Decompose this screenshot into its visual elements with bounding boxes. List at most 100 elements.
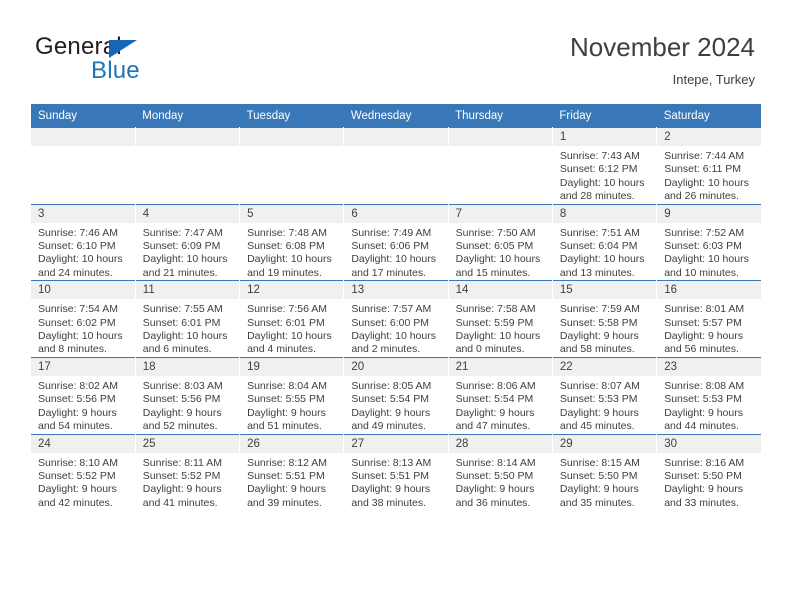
day-number: 11 (135, 281, 240, 300)
calendar-day-cell[interactable]: 13 Sunrise: 7:57 AM Sunset: 6:00 PM Dayligh… (343, 280, 449, 358)
calendar-day-cell[interactable]: 22 Sunrise: 8:07 AM Sunset: 5:53 PM Dayligh… (552, 356, 658, 434)
day-number: 1 (552, 128, 657, 146)
day-number: 16 (657, 281, 761, 300)
daylight-duration-line2: and 51 minutes. (247, 420, 322, 433)
day-sun-info: Sunrise: 8:08 AM Sunset: 5:53 PM Daylight:… (657, 376, 761, 434)
sunrise-time: Sunrise: 8:02 AM (38, 379, 118, 392)
daylight-duration-line1: Daylight: 9 hours (664, 330, 743, 343)
daylight-duration-line2: and 47 minutes. (455, 420, 531, 433)
calendar-day-cell[interactable]: 26 Sunrise: 8:12 AM Sunset: 5:51 PM Dayligh… (239, 433, 345, 511)
calendar-day-cell[interactable]: 8 Sunrise: 7:51 AM Sunset: 6:04 PM Daylight… (552, 203, 658, 281)
page-header: General Blue November 2024 Intepe, Turke… (0, 0, 792, 103)
sunrise-time: Sunrise: 7:47 AM (142, 226, 223, 239)
calendar-day-cell[interactable]: 17 Sunrise: 8:02 AM Sunset: 5:56 PM Dayligh… (31, 356, 136, 434)
daylight-duration-line2: and 28 minutes. (559, 190, 635, 203)
day-sun-info: Sunrise: 7:47 AM Sunset: 6:09 PM Daylight:… (136, 223, 239, 281)
calendar-day-cell-empty (31, 127, 136, 205)
daylight-duration-line1: Daylight: 10 hours (38, 253, 123, 266)
calendar-week-row: 17 Sunrise: 8:02 AM Sunset: 5:56 PM Dayligh… (31, 356, 761, 434)
day-number: 21 (448, 357, 552, 376)
day-sun-info: Sunrise: 7:54 AM Sunset: 6:02 PM Daylight:… (31, 299, 135, 357)
calendar-body: 1 Sunrise: 7:43 AM Sunset: 6:12 PM Daylight… (31, 127, 761, 511)
day-sun-info: Sunrise: 8:12 AM Sunset: 5:51 PM Daylight:… (240, 453, 343, 511)
sunrise-time: Sunrise: 8:01 AM (664, 303, 745, 316)
sunrise-time: Sunrise: 7:58 AM (455, 303, 536, 316)
calendar-day-cell[interactable]: 21 Sunrise: 8:06 AM Sunset: 5:54 PM Dayligh… (448, 356, 553, 434)
calendar-day-cell[interactable]: 1 Sunrise: 7:43 AM Sunset: 6:12 PM Daylight… (552, 127, 658, 205)
day-sun-info: Sunrise: 8:14 AM Sunset: 5:50 PM Daylight:… (449, 453, 552, 511)
sunrise-time: Sunrise: 7:44 AM (664, 150, 745, 162)
calendar-day-cell[interactable]: 25 Sunrise: 8:11 AM Sunset: 5:52 PM Dayligh… (135, 433, 241, 511)
calendar-day-cell[interactable]: 16 Sunrise: 8:01 AM Sunset: 5:57 PM Dayligh… (656, 280, 761, 358)
day-number: 3 (31, 204, 135, 223)
day-number: 5 (240, 204, 344, 223)
calendar-day-cell[interactable]: 5 Sunrise: 7:48 AM Sunset: 6:08 PM Daylight… (239, 203, 345, 281)
day-sun-info: Sunrise: 7:46 AM Sunset: 6:10 PM Daylight:… (31, 223, 135, 281)
sunset-time: Sunset: 6:12 PM (559, 163, 638, 176)
daylight-duration-line1: Daylight: 9 hours (351, 483, 431, 496)
daylight-duration-line2: and 15 minutes. (455, 266, 531, 279)
day-sun-info: Sunrise: 7:59 AM Sunset: 5:58 PM Daylight:… (553, 299, 656, 357)
daylight-duration-line2: and 52 minutes. (142, 420, 218, 433)
general-blue-logo[interactable]: General Blue (35, 33, 245, 89)
day-number (135, 128, 240, 146)
daylight-duration-line2: and 56 minutes. (664, 343, 739, 356)
sunrise-time: Sunrise: 8:13 AM (351, 456, 432, 469)
sunrise-time: Sunrise: 7:54 AM (38, 303, 118, 316)
daylight-duration-line1: Daylight: 9 hours (351, 406, 431, 419)
sunset-time: Sunset: 6:01 PM (247, 316, 325, 329)
day-sun-info: Sunrise: 7:50 AM Sunset: 6:05 PM Daylight:… (449, 223, 552, 281)
day-number: 30 (657, 434, 761, 453)
sunrise-time: Sunrise: 8:11 AM (142, 456, 222, 469)
sunrise-time: Sunrise: 8:08 AM (664, 379, 745, 392)
calendar-day-cell[interactable]: 14 Sunrise: 7:58 AM Sunset: 5:59 PM Dayligh… (448, 280, 553, 358)
page-title: November 2024 (570, 32, 755, 62)
sunset-time: Sunset: 5:59 PM (455, 316, 534, 329)
daylight-duration-line2: and 10 minutes. (664, 266, 739, 279)
daylight-duration-line1: Daylight: 9 hours (38, 483, 117, 496)
day-number: 23 (657, 357, 761, 376)
calendar-day-cell[interactable]: 19 Sunrise: 8:04 AM Sunset: 5:55 PM Dayligh… (239, 356, 345, 434)
daylight-duration-line2: and 17 minutes. (351, 266, 427, 279)
logo-triangle-icon (109, 40, 137, 58)
sunset-time: Sunset: 6:06 PM (351, 240, 429, 253)
calendar-day-cell[interactable]: 29 Sunrise: 8:15 AM Sunset: 5:50 PM Dayligh… (552, 433, 658, 511)
sunrise-time: Sunrise: 8:12 AM (247, 456, 328, 469)
daylight-duration-line2: and 38 minutes. (351, 496, 427, 509)
calendar-day-cell[interactable]: 12 Sunrise: 7:56 AM Sunset: 6:01 PM Dayligh… (239, 280, 345, 358)
calendar-day-cell[interactable]: 10 Sunrise: 7:54 AM Sunset: 6:02 PM Dayligh… (31, 280, 136, 358)
sunset-time: Sunset: 6:04 PM (559, 240, 638, 253)
sunset-time: Sunset: 5:54 PM (455, 393, 534, 406)
calendar-day-cell[interactable]: 2 Sunrise: 7:44 AM Sunset: 6:11 PM Daylight… (656, 127, 761, 205)
daylight-duration-line1: Daylight: 10 hours (351, 330, 436, 343)
day-number: 7 (448, 204, 552, 223)
calendar-day-cell[interactable]: 9 Sunrise: 7:52 AM Sunset: 6:03 PM Daylight… (656, 203, 761, 281)
day-number (448, 128, 552, 146)
calendar-day-cell[interactable]: 4 Sunrise: 7:47 AM Sunset: 6:09 PM Daylight… (135, 203, 241, 281)
calendar-day-cell[interactable]: 20 Sunrise: 8:05 AM Sunset: 5:54 PM Dayligh… (343, 356, 449, 434)
day-number: 24 (31, 434, 135, 453)
calendar-day-cell[interactable]: 15 Sunrise: 7:59 AM Sunset: 5:58 PM Dayligh… (552, 280, 658, 358)
daylight-duration-line1: Daylight: 10 hours (247, 253, 332, 266)
sunrise-time: Sunrise: 8:05 AM (351, 379, 432, 392)
calendar-day-cell[interactable]: 6 Sunrise: 7:49 AM Sunset: 6:06 PM Daylight… (343, 203, 449, 281)
day-number: 26 (240, 434, 344, 453)
day-sun-info: Sunrise: 7:56 AM Sunset: 6:01 PM Daylight:… (240, 299, 343, 357)
calendar-day-cell[interactable]: 23 Sunrise: 8:08 AM Sunset: 5:53 PM Dayligh… (656, 356, 761, 434)
daylight-duration-line2: and 36 minutes. (455, 496, 531, 509)
sunrise-time: Sunrise: 8:03 AM (142, 379, 223, 392)
sunrise-time: Sunrise: 7:59 AM (559, 303, 640, 316)
calendar-day-cell-empty (343, 127, 449, 205)
calendar-day-cell[interactable]: 11 Sunrise: 7:55 AM Sunset: 6:01 PM Dayligh… (135, 280, 241, 358)
calendar-day-cell[interactable]: 18 Sunrise: 8:03 AM Sunset: 5:56 PM Dayligh… (135, 356, 241, 434)
daylight-duration-line2: and 21 minutes. (142, 266, 218, 279)
calendar-day-cell[interactable]: 27 Sunrise: 8:13 AM Sunset: 5:51 PM Dayligh… (343, 433, 449, 511)
calendar-day-cell[interactable]: 7 Sunrise: 7:50 AM Sunset: 6:05 PM Daylight… (448, 203, 553, 281)
calendar-day-cell[interactable]: 3 Sunrise: 7:46 AM Sunset: 6:10 PM Daylight… (31, 203, 136, 281)
calendar-day-cell[interactable]: 24 Sunrise: 8:10 AM Sunset: 5:52 PM Dayligh… (31, 433, 136, 511)
day-sun-info: Sunrise: 7:43 AM Sunset: 6:12 PM Daylight:… (553, 146, 656, 204)
daylight-duration-line2: and 24 minutes. (38, 266, 113, 279)
calendar-day-cell[interactable]: 28 Sunrise: 8:14 AM Sunset: 5:50 PM Dayligh… (448, 433, 553, 511)
weekday-header-saturday: Saturday (656, 104, 761, 128)
calendar-day-cell[interactable]: 30 Sunrise: 8:16 AM Sunset: 5:50 PM Dayligh… (656, 433, 761, 511)
